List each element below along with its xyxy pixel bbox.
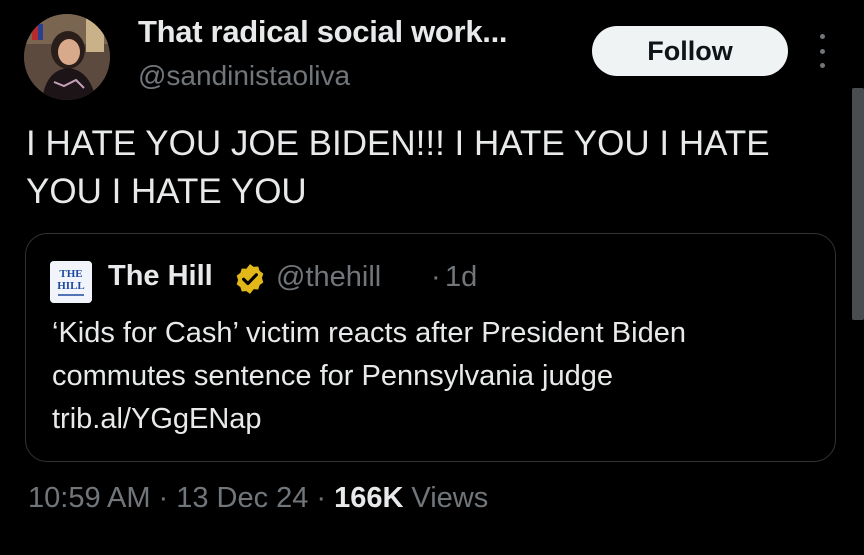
- meta-separator: ·: [316, 482, 327, 514]
- logo-text-top: THE: [59, 268, 82, 280]
- author-display-name[interactable]: That radical social work...: [138, 14, 508, 50]
- views-label: Views: [411, 482, 489, 514]
- more-dot: [819, 63, 825, 68]
- tweet-text: I HATE YOU JOE BIDEN!!! I HATE YOU I HAT…: [26, 124, 770, 211]
- quote-timestamp[interactable]: 1d: [445, 261, 477, 294]
- quote-author-handle[interactable]: @thehill: [276, 261, 381, 294]
- the-hill-logo-graphic: THE HILL: [50, 261, 92, 303]
- the-hill-logo-icon: THE HILL: [50, 261, 92, 303]
- verified-badge-icon: [236, 264, 264, 294]
- author-handle[interactable]: @sandinistaoliva: [138, 60, 350, 92]
- tweet: That radical social work... @sandinistao…: [0, 0, 864, 555]
- more-dot: [819, 48, 825, 54]
- scrollbar[interactable]: [852, 88, 864, 320]
- follow-button[interactable]: Follow: [592, 26, 788, 76]
- avatar[interactable]: [24, 14, 110, 100]
- logo-text-bottom: HILL: [57, 280, 85, 292]
- profile-photo-icon: [24, 14, 110, 100]
- quote-separator: ·: [431, 261, 441, 293]
- quote-tweet-card[interactable]: THE HILL The Hill @thehill · 1d ‘Kids fo…: [25, 233, 836, 462]
- meta-separator: ·: [158, 482, 169, 514]
- tweet-date[interactable]: 13 Dec 24: [176, 482, 308, 515]
- quote-tweet-text: ‘Kids for Cash’ victim reacts after Pres…: [52, 317, 686, 435]
- tweet-metadata: 10:59 AM · 13 Dec 24 · 166K Views: [28, 482, 488, 515]
- views-count[interactable]: 166K: [334, 482, 403, 515]
- more-vertical-icon[interactable]: [812, 34, 832, 68]
- more-dot: [819, 34, 825, 39]
- tweet-time[interactable]: 10:59 AM: [28, 482, 151, 515]
- quote-author-name[interactable]: The Hill: [108, 260, 213, 293]
